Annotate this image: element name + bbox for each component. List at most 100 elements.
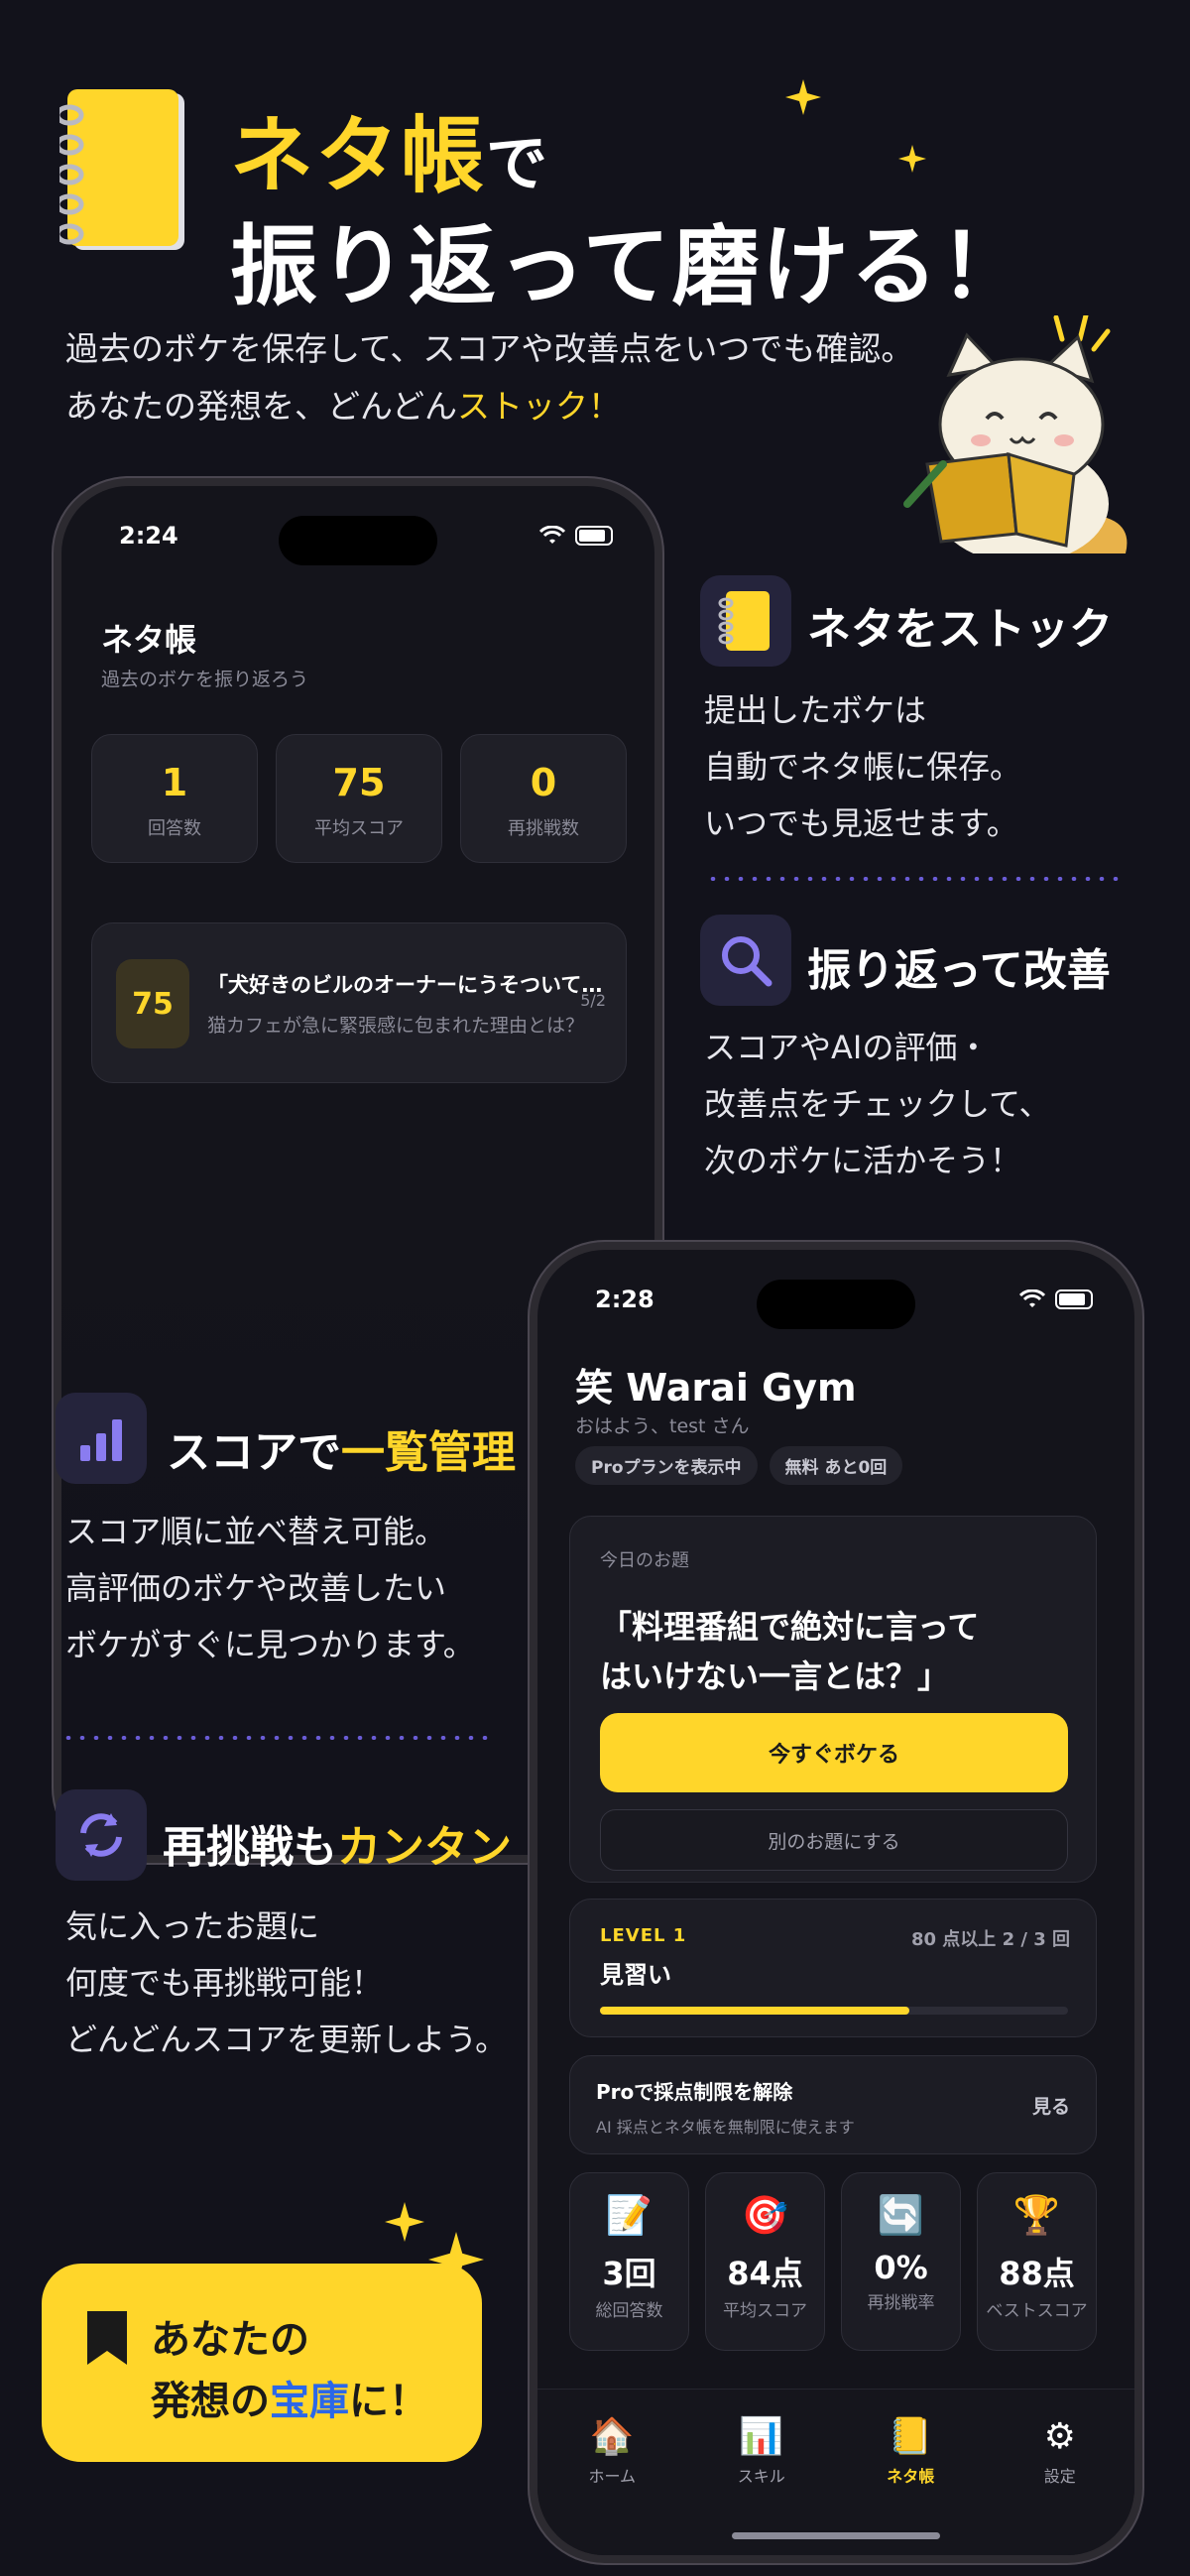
app-name: 笑 Warai Gym [575,1366,857,1410]
notebook-icon: 📒 [888,2416,933,2457]
memo-icon: 📝 [605,2193,654,2237]
stat-label: 再挑戦率 [867,2293,935,2313]
summary-stats-row: 📝 3回 総回答数 🎯 84点 平均スコア 🔄 0% 再挑戦率 🏆 88点 ベス… [569,2172,1097,2351]
status-time: 2:24 [119,522,178,550]
topic-question-line2: はいけない一言とは？」 [600,1657,950,1695]
hero-subtitle-prefix: あなたの発想を、どんどん [65,387,458,426]
stat-best-score: 🏆 88点 ベストスコア [977,2172,1097,2351]
feature-line: 高評価のボケや改善したい [65,1569,447,1607]
trophy-icon: 🏆 [1012,2193,1061,2237]
hero-subtitle-line2: あなたの発想を、どんどんストック！ [65,380,621,428]
level-progress-bar [600,2007,1068,2015]
topic-caption: 今日のお題 [600,1550,689,1571]
feature-line: ボケがすぐに見つかります。 [65,1626,475,1663]
stat-card-retries: 0 再挑戦数 [460,734,627,863]
stat-total-answers: 📝 3回 総回答数 [569,2172,689,2351]
feature-title-score: スコアで一覧管理 [167,1416,516,1480]
neta-item-subtitle: 猫カフェが急に緊張感に包まれた理由とは？ [207,1015,585,1037]
wifi-icon [539,526,565,544]
stat-card-answers: 1 回答数 [91,734,258,863]
bar-chart-icon [56,1393,147,1484]
chip-pro-plan[interactable]: Proプランを表示中 [575,1446,758,1485]
feature-line: 気に入ったお題に [65,1907,320,1945]
pro-see-link[interactable]: 見る [1032,2092,1070,2119]
level-requirement: 80 点以上 2 / 3 回 [910,1929,1070,1950]
feature-line: 改善点をチェックして、 [704,1085,1051,1123]
feature-title-accent: 一覧管理 [341,1427,516,1478]
feature-body-score: スコア順に並べ替え可能。 高評価のボケや改善したい ボケがすぐに見つかります。 [65,1504,475,1673]
tab-label: ネタ帳 [887,2467,935,2486]
sparkle-icon [385,2202,424,2242]
topic-question-line1: 「料理番組で絶対に言って [600,1608,980,1646]
phone-screen: 2:28 笑 Warai Gym おはよう、test さん Proプランを表示中… [537,1250,1134,2555]
badge-line2: 発想の宝庫に！ [151,2369,428,2426]
stat-value: 84点 [727,2255,803,2292]
plan-chips: Proプランを表示中 無料 あと0回 [575,1446,903,1485]
sparkle-icon [785,79,821,115]
hero-subtitle-accent: ストック！ [457,387,622,426]
level-label: LEVEL 1 [600,1925,687,1946]
tab-label: ホーム [588,2467,637,2486]
change-topic-button[interactable]: 別のお題にする [600,1809,1068,1871]
cat-mascot-illustration [903,315,1128,553]
level-progress-fill [600,2007,909,2015]
feature-line: 自動でネタ帳に保存。 [704,748,1022,786]
neta-item-date: 5/2 [580,991,606,1010]
page-subtitle: 過去のボケを振り返ろう [101,669,309,690]
home-icon: 🏠 [589,2416,635,2457]
feature-body-stock: 提出したボケは 自動でネタ帳に保存。 いつでも見返せます。 [704,682,1021,852]
hero-title-accent: ネタ帳 [230,107,487,204]
stat-retry-rate: 🔄 0% 再挑戦率 [841,2172,961,2351]
stat-label: ベストスコア [986,2301,1088,2321]
dotted-divider [706,877,1127,881]
stat-value: 3回 [602,2255,656,2292]
tab-bar: 🏠 ホーム 📊 スキル 📒 ネタ帳 ⚙ 設定 [537,2389,1134,2555]
level-card[interactable]: LEVEL 1 見習い 80 点以上 2 / 3 回 [569,1899,1097,2037]
feature-body-retry: 気に入ったお題に 何度でも再挑戦可能！ どんどんスコアを更新しよう。 [65,1899,507,2068]
dynamic-island [757,1280,915,1329]
tab-settings[interactable]: ⚙ 設定 [1001,2415,1120,2555]
tab-home[interactable]: 🏠 ホーム [552,2415,671,2555]
stat-value: 88点 [999,2255,1075,2292]
feature-title-retry: 再挑戦もカンタン [163,1811,512,1875]
answer-now-button[interactable]: 今すぐボケる [600,1713,1068,1792]
notebook-icon [700,575,791,667]
feature-line: 提出したボケは [704,691,927,729]
retry-icon: 🔄 [877,2193,925,2237]
stats-row: 1 回答数 75 平均スコア 0 再挑戦数 [91,734,627,863]
pro-subtitle: AI 採点とネタ帳を無制限に使えます [596,2118,855,2137]
stat-label: 総回答数 [595,2301,663,2321]
tab-label: スキル [737,2467,785,2486]
stat-label: 回答数 [148,818,201,839]
feature-line: どんどんスコアを更新しよう。 [65,2021,508,2058]
feature-line: スコアやAIの評価・ [704,1029,990,1066]
feature-body-review: スコアやAIの評価・ 改善点をチェックして、 次のボケに活かそう！ [704,1020,1050,1189]
stat-value: 0% [874,2249,928,2286]
magnifier-icon [700,915,791,1006]
feature-title-prefix: スコアで [167,1427,341,1478]
hero-title-suffix: で [486,127,550,199]
page-title: ネタ帳 [101,621,197,659]
stat-label: 再挑戦数 [508,818,579,839]
status-time: 2:28 [595,1286,654,1313]
feature-title-stock: ネタをストック [807,604,1113,655]
neta-list-item[interactable]: 75 「犬好きのビルのオーナーにうそついて… 猫カフェが急に緊張感に包まれた理由… [91,922,627,1083]
home-indicator [732,2532,940,2539]
badge-line2-accent: 宝庫 [270,2379,349,2424]
stat-value: 75 [332,761,386,804]
greeting: おはよう、test さん [575,1415,750,1437]
battery-icon [1055,1289,1093,1309]
sparkle-icon [898,145,926,173]
neta-item-title: 「犬好きのビルのオーナーにうそついて… [207,973,603,997]
status-icons [1019,1289,1093,1309]
badge-line2-suffix: に！ [349,2379,428,2424]
todays-topic-card: 今日のお題 「料理番組で絶対に言って はいけない一言とは？」 今すぐボケる 別の… [569,1516,1097,1883]
pro-upsell-card[interactable]: Proで採点制限を解除 AI 採点とネタ帳を無制限に使えます 見る [569,2055,1097,2154]
stat-card-average: 75 平均スコア [276,734,442,863]
wifi-icon [1019,1289,1045,1307]
level-rank: 見習い [600,1961,671,1989]
score-badge: 75 [116,959,189,1048]
phone-mockup-home: 2:28 笑 Warai Gym おはよう、test さん Proプランを表示中… [528,1240,1144,2565]
feature-line: 次のボケに活かそう！ [704,1142,1022,1179]
bookmark-icon [87,2311,127,2365]
